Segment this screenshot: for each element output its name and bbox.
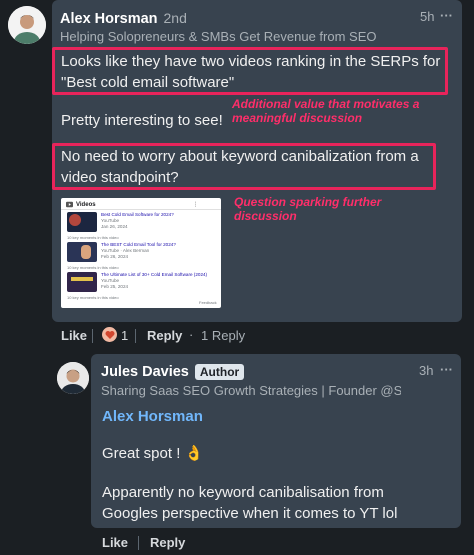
replier-headline: Sharing Saas SEO Growth Strategies | Fou… bbox=[101, 383, 401, 398]
author-badge: Author bbox=[194, 364, 245, 380]
more-options-icon: ⋮ bbox=[192, 202, 199, 208]
comment-paragraph-1: Looks like they have two videos ranking … bbox=[61, 53, 441, 91]
replier-avatar[interactable] bbox=[57, 362, 89, 394]
action-divider bbox=[138, 536, 139, 550]
video-icon bbox=[66, 201, 73, 208]
reply-paragraph-2: Apparently no keyword canibalisation fro… bbox=[102, 484, 398, 522]
person-photo-icon bbox=[57, 362, 89, 394]
person-photo-icon bbox=[8, 6, 46, 44]
reply-paragraph-1: Great spot ! 👌 bbox=[102, 445, 204, 462]
action-divider bbox=[135, 329, 136, 343]
key-moments: 10 key moments in this video bbox=[67, 265, 119, 270]
like-button[interactable]: Like bbox=[61, 328, 87, 343]
more-options-icon[interactable]: ··· bbox=[440, 362, 453, 377]
replies-count-link[interactable]: 1 Reply bbox=[201, 328, 245, 343]
replier-name[interactable]: Jules Davies bbox=[101, 364, 189, 380]
video-date: Feb 26, 2024 bbox=[101, 254, 129, 259]
commenter-name[interactable]: Alex Horsman bbox=[60, 11, 158, 27]
video-thumbnail bbox=[67, 242, 97, 262]
annotation-question: Question sparking further discussion bbox=[234, 195, 382, 223]
key-moments: 10 key moments in this video bbox=[67, 295, 119, 300]
dot-separator: · bbox=[189, 327, 194, 342]
more-options-icon[interactable]: ··· bbox=[440, 8, 453, 23]
reply-like-button[interactable]: Like bbox=[102, 535, 128, 550]
comment-paragraph-2: Pretty interesting to see! bbox=[61, 112, 223, 129]
commenter-avatar[interactable] bbox=[8, 6, 46, 44]
video-thumbnail bbox=[67, 272, 97, 292]
reply-age: 3h bbox=[419, 363, 434, 378]
videos-header: Videos bbox=[76, 201, 96, 208]
video-thumbnail bbox=[67, 212, 97, 232]
annotation-value: Additional value that motivates a meanin… bbox=[232, 97, 420, 125]
reply-button[interactable]: Reply bbox=[147, 328, 182, 343]
comment-age: 5h bbox=[420, 9, 435, 24]
mention-link[interactable]: Alex Horsman bbox=[102, 406, 203, 427]
feedback-link: Feedback bbox=[199, 300, 217, 305]
connection-degree: 2nd bbox=[163, 10, 187, 26]
key-moments: 10 key moments in this video bbox=[67, 235, 119, 240]
video-date: Feb 25, 2024 bbox=[101, 284, 129, 289]
commenter-headline: Helping Solopreneurs & SMBs Get Revenue … bbox=[60, 29, 377, 44]
reaction-love-icon bbox=[102, 327, 117, 342]
embedded-search-screenshot[interactable]: Videos ⋮ Best Cold Email Software for 20… bbox=[61, 198, 221, 308]
action-divider bbox=[92, 329, 93, 343]
reply-reply-button[interactable]: Reply bbox=[150, 535, 185, 550]
reaction-count[interactable]: 1 bbox=[121, 328, 128, 343]
video-date: Jan 26, 2024 bbox=[101, 224, 128, 229]
comment-paragraph-3: No need to worry about keyword canibaliz… bbox=[61, 148, 419, 186]
